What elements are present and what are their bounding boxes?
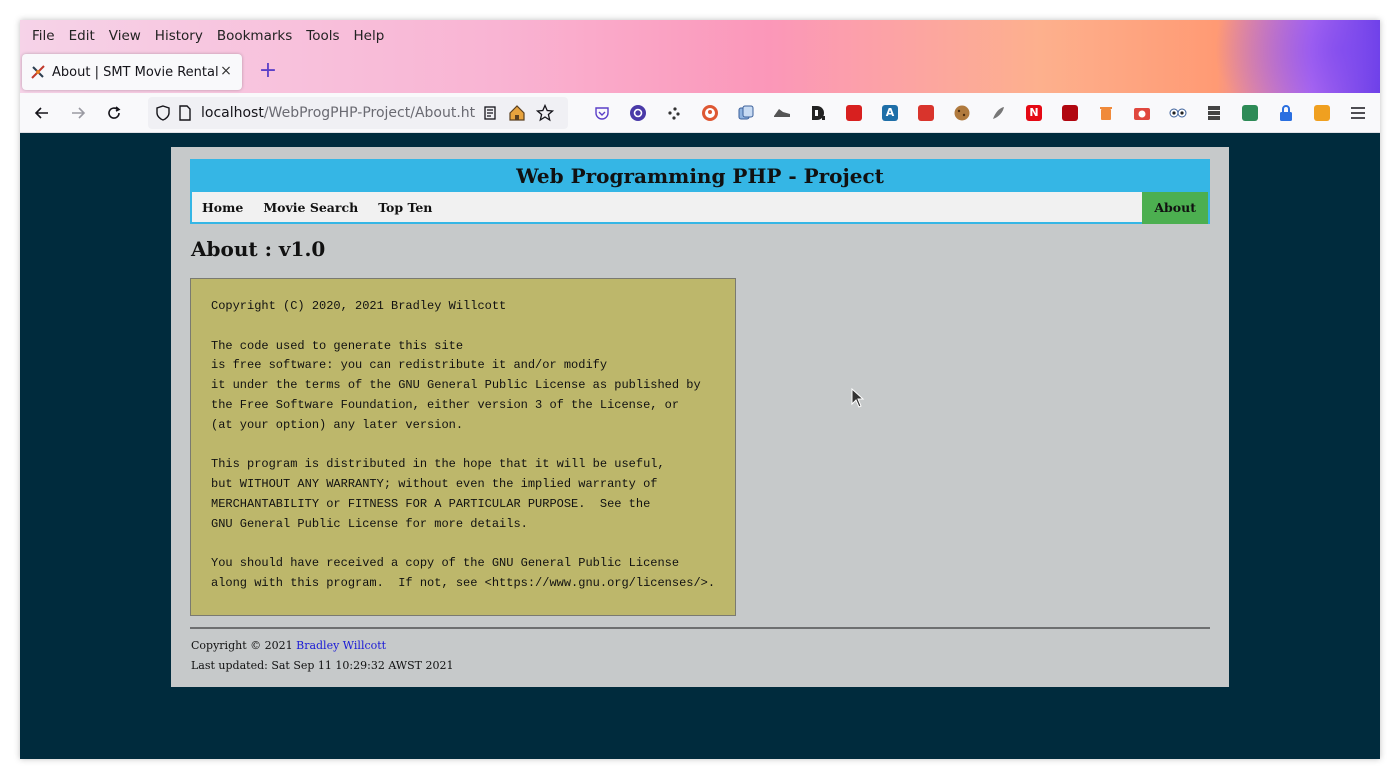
tab-title: About | SMT Movie Rental	[52, 64, 219, 80]
menu-edit[interactable]: Edit	[68, 26, 96, 46]
forward-button[interactable]	[64, 99, 92, 127]
menu-history[interactable]: History	[154, 26, 204, 46]
feather-icon[interactable]	[986, 101, 1010, 125]
site-title: Web Programming PHP - Project	[192, 161, 1208, 192]
footer: Copyright © 2021 Bradley Willcott Last u…	[191, 636, 453, 676]
tab-about[interactable]: About | SMT Movie Rental ×	[22, 54, 242, 90]
nav-home[interactable]: Home	[192, 192, 253, 224]
flash-icon[interactable]	[914, 101, 938, 125]
netflix-icon[interactable]: N	[1022, 101, 1046, 125]
site-nav: Home Movie Search Top Ten About	[192, 192, 1208, 224]
extensions-toolbar: A N	[590, 101, 1380, 125]
license-text: Copyright (C) 2020, 2021 Bradley Willcot…	[211, 299, 716, 591]
page-viewport: Web Programming PHP - Project Home Movie…	[20, 134, 1380, 759]
tab-strip: About | SMT Movie Rental × +	[20, 53, 1380, 93]
cookie-icon[interactable]	[950, 101, 974, 125]
footer-copyright-text: Copyright © 2021	[191, 639, 293, 652]
menu-bookmarks[interactable]: Bookmarks	[216, 26, 293, 46]
new-tab-button[interactable]: +	[256, 60, 280, 84]
url-bar[interactable]: localhost/WebProgPHP-Project/About.htm	[148, 97, 568, 129]
d-extension-icon[interactable]	[806, 101, 830, 125]
trash-icon[interactable]	[1094, 101, 1118, 125]
page-heading: About : v1.0	[191, 237, 326, 261]
menu-icon[interactable]	[1346, 101, 1370, 125]
menu-view[interactable]: View	[108, 26, 142, 46]
a-extension-icon[interactable]: A	[878, 101, 902, 125]
forward-arrow-icon	[72, 106, 86, 119]
tab-extension-icon[interactable]	[734, 101, 758, 125]
footer-divider	[190, 627, 1210, 629]
film-favicon-icon	[31, 65, 45, 79]
back-arrow-icon	[34, 106, 48, 119]
mouse-cursor-icon	[851, 388, 865, 408]
shoe-extension-icon[interactable]	[770, 101, 794, 125]
lightning-icon[interactable]	[1310, 101, 1334, 125]
tab-close-icon[interactable]: ×	[218, 63, 234, 79]
site-header: Web Programming PHP - Project Home Movie…	[190, 159, 1210, 224]
url-host: localhost	[201, 105, 264, 121]
lock-icon[interactable]	[1274, 101, 1298, 125]
netflix-party-icon[interactable]	[1058, 101, 1082, 125]
browser-window: File Edit View History Bookmarks Tools H…	[20, 20, 1380, 759]
nav-about[interactable]: About	[1142, 192, 1208, 224]
page-icon	[179, 105, 191, 121]
sheet-icon[interactable]	[1238, 101, 1262, 125]
shield-icon	[156, 105, 170, 121]
duckduckgo-icon[interactable]	[698, 101, 722, 125]
menu-bar: File Edit View History Bookmarks Tools H…	[20, 20, 386, 52]
magic-wand-icon[interactable]	[842, 101, 866, 125]
footer-last-updated: Last updated: Sat Sep 11 10:29:32 AWST 2…	[191, 659, 454, 672]
menu-help[interactable]: Help	[353, 26, 386, 46]
page-container: Web Programming PHP - Project Home Movie…	[171, 147, 1229, 687]
menu-file[interactable]: File	[31, 26, 56, 46]
camera-icon[interactable]	[1130, 101, 1154, 125]
back-button[interactable]	[28, 99, 56, 127]
pocket-icon[interactable]	[590, 101, 614, 125]
reload-icon	[108, 105, 121, 119]
dots-extension-icon[interactable]	[662, 101, 686, 125]
circle-extension-icon[interactable]	[626, 101, 650, 125]
author-link[interactable]: Bradley Willcott	[296, 639, 386, 652]
reader-view-icon[interactable]	[482, 105, 498, 121]
license-box: Copyright (C) 2020, 2021 Bradley Willcot…	[190, 278, 736, 616]
nav-top-ten[interactable]: Top Ten	[368, 192, 442, 224]
menu-tools[interactable]: Tools	[305, 26, 340, 46]
url-path: /WebProgPHP-Project/About.htm	[263, 105, 476, 121]
navigation-toolbar: localhost/WebProgPHP-Project/About.htm A…	[20, 93, 1380, 133]
nav-movie-search[interactable]: Movie Search	[253, 192, 368, 224]
home-icon[interactable]	[508, 104, 526, 122]
reload-button[interactable]	[100, 99, 128, 127]
eyes-icon[interactable]	[1166, 101, 1190, 125]
footer-copyright: Copyright © 2021 Bradley Willcott	[191, 636, 453, 656]
url-text: localhost/WebProgPHP-Project/About.htm	[201, 105, 476, 121]
bookmark-star-icon[interactable]	[536, 104, 554, 122]
browser-titlebar: File Edit View History Bookmarks Tools H…	[20, 20, 1380, 93]
server-icon[interactable]	[1202, 101, 1226, 125]
